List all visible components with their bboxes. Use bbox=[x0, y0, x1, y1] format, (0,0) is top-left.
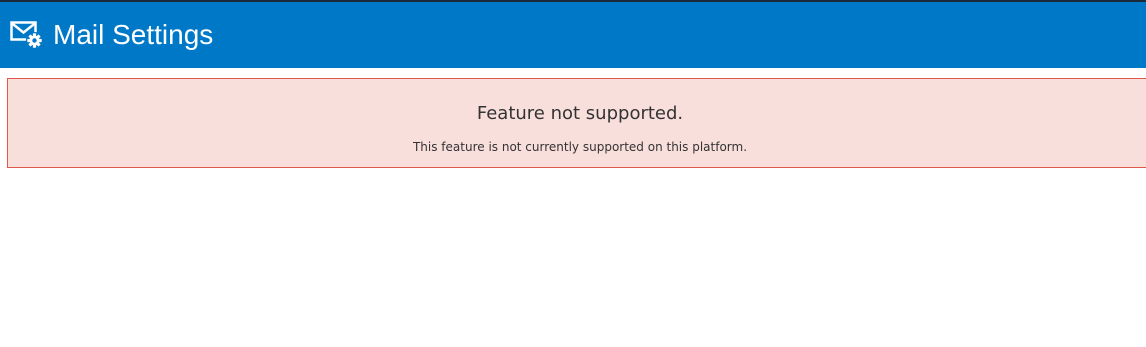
error-alert: Feature not supported. This feature is n… bbox=[7, 78, 1146, 168]
mail-settings-icon bbox=[10, 20, 44, 50]
alert-message: This feature is not currently supported … bbox=[412, 140, 748, 154]
page-header: Mail Settings bbox=[0, 2, 1146, 68]
page-title: Mail Settings bbox=[53, 19, 214, 50]
alert-title: Feature not supported. bbox=[476, 103, 684, 124]
